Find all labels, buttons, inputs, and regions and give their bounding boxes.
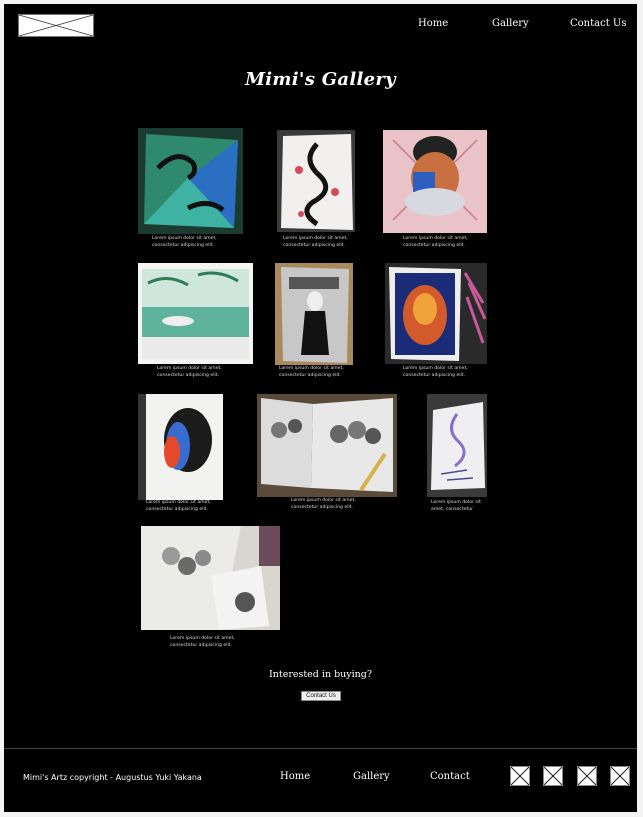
caption-line: consectetur adipiscing elit.	[279, 372, 342, 378]
artwork-portrait-profile[interactable]	[138, 394, 223, 500]
caption-line: consectetur adipiscing elit.	[170, 642, 233, 648]
caption-line: Lorem ipsum dolor sit amet,	[403, 236, 468, 241]
artwork-figure-sketch[interactable]	[275, 263, 353, 365]
footer-contact-link[interactable]: Contact	[430, 771, 470, 782]
logo-placeholder-icon[interactable]	[18, 14, 94, 37]
caption-line: Lorem ipsum dolor sit amet,	[157, 366, 222, 371]
page-title: Mimi's Gallery	[245, 69, 396, 90]
artwork-fruit-bowl-sketch[interactable]	[257, 394, 397, 497]
caption-line: consectetur adipiscing elit.	[283, 242, 346, 248]
caption-line: Lorem ipsum dolor sit amet,	[403, 366, 468, 371]
caption-line: consectetur adipiscing elit.	[152, 242, 215, 248]
artwork-dragon[interactable]	[277, 130, 355, 232]
nav-gallery-link[interactable]: Gallery	[492, 18, 529, 29]
caption-line: consectetur adipiscing elit.	[146, 506, 209, 512]
caption-line: Lorem ipsum dolor sit	[431, 500, 481, 505]
caption-line: Lorem ipsum dolor sit amet,	[152, 236, 217, 241]
artwork-lizards[interactable]	[138, 128, 243, 234]
nav-home-link[interactable]: Home	[418, 18, 448, 29]
artwork-snake-doodle[interactable]	[427, 394, 487, 497]
artwork-portrait-colored[interactable]	[385, 263, 487, 364]
artwork-palm-boat[interactable]	[138, 263, 253, 364]
copyright-text: Mimi's Artz copyright - Augustus Yuki Ya…	[23, 773, 202, 782]
social-image-placeholder-icon[interactable]	[510, 766, 530, 786]
caption-line: Lorem ipsum dolor sit amet,	[291, 498, 356, 503]
caption-line: Lorem ipsum dolor sit amet,	[170, 636, 235, 641]
contact-us-button[interactable]: Contact Us	[301, 691, 341, 701]
caption-line: consectetur adipiscing elit.	[403, 242, 466, 248]
footer-gallery-link[interactable]: Gallery	[353, 771, 390, 782]
caption-line: Lorem ipsum dolor sit amet,	[283, 236, 348, 241]
caption-line: consectetur adipiscing elit.	[157, 372, 220, 378]
footer-divider	[4, 748, 637, 749]
artwork-fruit-bowl-photo[interactable]	[141, 526, 280, 630]
social-image-placeholder-icon[interactable]	[577, 766, 597, 786]
social-image-placeholder-icon[interactable]	[610, 766, 630, 786]
caption-line: Lorem ipsum dolor sit amet,	[146, 500, 211, 505]
caption-line: amet, consectetur	[431, 506, 474, 512]
caption-line: Lorem ipsum dolor sit amet,	[279, 366, 344, 371]
page: Home Gallery Contact Us Mimi's Gallery L…	[4, 4, 637, 812]
nav-contact-link[interactable]: Contact Us	[570, 18, 626, 29]
footer-home-link[interactable]: Home	[280, 771, 310, 782]
caption-line: consectetur adipiscing elit.	[403, 372, 466, 378]
artwork-portrait-covered-mouth[interactable]	[383, 130, 487, 233]
cta-heading: Interested in buying?	[269, 669, 372, 680]
social-image-placeholder-icon[interactable]	[543, 766, 563, 786]
caption-line: consectetur adipiscing elit.	[291, 504, 354, 510]
